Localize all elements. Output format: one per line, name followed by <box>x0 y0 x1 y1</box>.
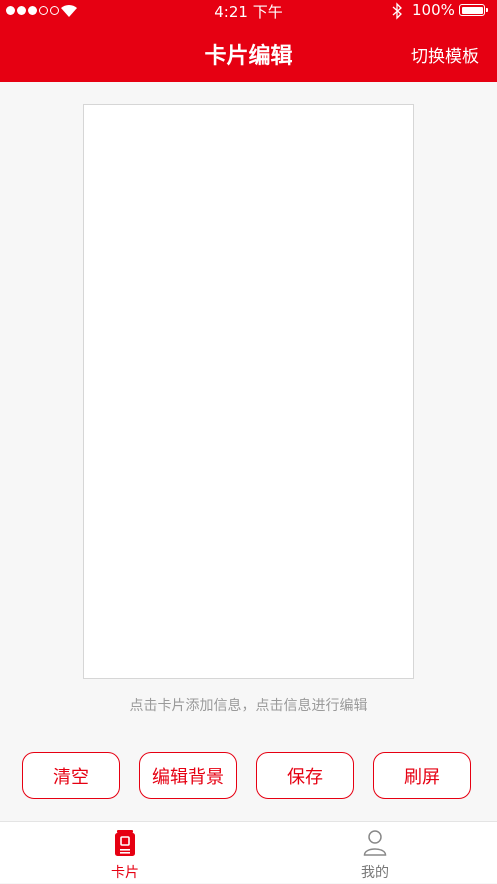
hint-text: 点击卡片添加信息，点击信息进行编辑 <box>129 698 368 714</box>
person-icon <box>363 830 387 856</box>
status-bar: 4:21 下午 100% <box>0 0 497 22</box>
app-header: 4:21 下午 100% 卡片编辑 切换模板 <box>0 0 497 82</box>
tab-card[interactable]: 卡片 <box>65 822 185 884</box>
save-button[interactable]: 保存 <box>256 752 354 799</box>
card-canvas[interactable] <box>83 104 414 679</box>
action-buttons: 清空 编辑背景 保存 刷屏 <box>0 752 497 800</box>
battery-icon <box>459 4 488 16</box>
tab-bar: 卡片 我的 <box>0 821 497 883</box>
battery-percent: 100% <box>412 1 455 19</box>
tab-card-label: 卡片 <box>111 865 139 881</box>
tab-mine[interactable]: 我的 <box>315 822 435 884</box>
bluetooth-icon <box>392 2 402 20</box>
refresh-button[interactable]: 刷屏 <box>373 752 471 799</box>
tab-mine-label: 我的 <box>361 865 389 881</box>
edit-background-button[interactable]: 编辑背景 <box>139 752 237 799</box>
card-icon <box>115 830 135 856</box>
clear-button[interactable]: 清空 <box>22 752 120 799</box>
switch-template-button[interactable]: 切换模板 <box>411 42 479 67</box>
